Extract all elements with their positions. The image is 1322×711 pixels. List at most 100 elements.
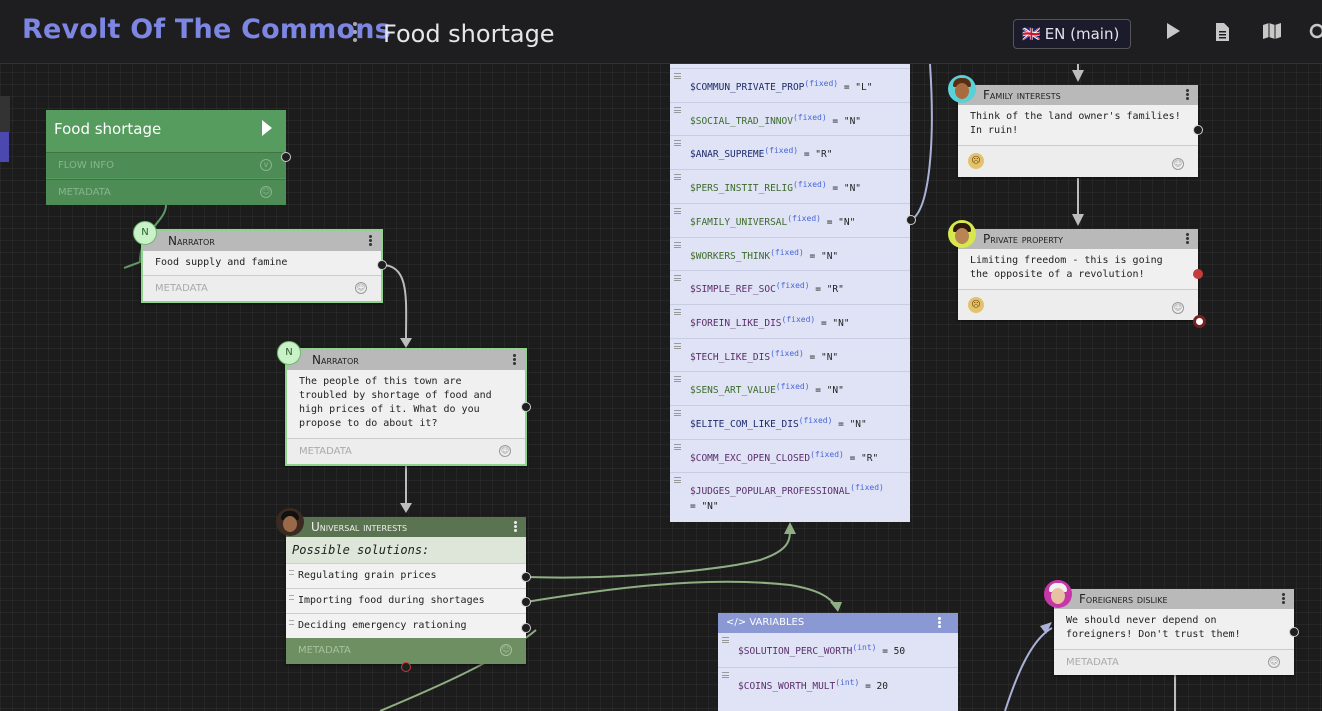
drag-handle-icon[interactable] [289,570,294,575]
drag-handle-icon[interactable] [674,140,681,147]
hub-prompt[interactable]: Possible solutions: [286,537,526,563]
start-metadata-row[interactable]: METADATA ☺ [46,179,286,205]
node-menu-icon[interactable] [938,617,942,629]
output-port[interactable] [1193,125,1203,135]
node-menu-icon[interactable] [1186,233,1190,245]
side-panel-tab[interactable] [0,96,10,132]
drag-handle-icon[interactable] [674,275,681,282]
node-menu-icon[interactable] [369,235,373,247]
dialogue-text[interactable]: The people of this town are troubled by … [287,370,525,438]
chevron-down-icon[interactable]: v [260,159,272,171]
node-menu-icon[interactable] [1186,89,1190,101]
dialogue-node-narrator[interactable]: Narrator The people of this town are tro… [285,348,527,466]
smiley-icon: ☺ [355,282,367,294]
variables-set-node[interactable]: $COMMUN_PRIVATE_PROP(fixed) = "L" $SOCIAL… [670,0,910,522]
drag-handle-icon[interactable] [674,376,681,383]
variable-row[interactable]: $WORKERS_THINK(fixed) = "N" [670,236,910,271]
document-icon[interactable] [1211,22,1233,44]
choice-output-port[interactable] [521,623,531,633]
variable-row[interactable]: $TECH_LIKE_DIS(fixed) = "N" [670,337,910,372]
speaker-header[interactable]: Universal interests [286,517,526,537]
variable-row[interactable]: $JUDGES_POPULAR_PROFESSIONAL(fixed) = "N" [670,472,910,518]
variables-set-node[interactable]: </> VARIABLES $SOLUTION_PERC_WORTH(int) … [718,613,958,711]
language-label: EN (main) [1044,25,1120,43]
output-port-selected[interactable] [1193,315,1206,328]
node-menu-icon[interactable] [1282,593,1286,605]
node-menu-icon[interactable] [513,354,517,366]
choice-option[interactable]: Deciding emergency rationing [286,613,526,638]
variable-row[interactable]: $COMMUN_PRIVATE_PROP(fixed) = "L" [670,68,910,102]
input-port[interactable] [401,662,411,672]
variable-row[interactable]: $SOLUTION_PERC_WORTH(int) = 50 [718,633,958,667]
metadata-row[interactable]: METADATA ☺ [1054,649,1294,675]
variables-header[interactable]: </> VARIABLES [718,613,958,633]
enter-flow-icon[interactable] [262,120,272,136]
dialogue-node-foreigners[interactable]: Foreigners dislike We should never depen… [1054,589,1294,675]
choice-option[interactable]: Regulating grain prices [286,563,526,588]
output-port[interactable] [377,260,387,270]
drag-handle-icon[interactable] [674,174,681,181]
dialogue-node-narrator[interactable]: Narrator Food supply and famine METADATA… [141,229,383,303]
drag-handle-icon[interactable] [289,620,294,625]
project-title[interactable]: Revolt Of The Commons [22,14,391,45]
drag-handle-icon[interactable] [674,106,681,113]
dialogue-text[interactable]: Think of the land owner's families! In r… [958,105,1198,145]
variable-row[interactable]: $SENS_ART_VALUE(fixed) = "N" [670,371,910,405]
variable-row[interactable]: $ANAR_SUPREME(fixed) = "R" [670,135,910,169]
output-port[interactable] [521,402,531,412]
flow-start-node[interactable]: Food shortage FLOW INFO v METADATA ☺ [46,110,286,205]
speaker-header[interactable]: Family interests [958,85,1198,105]
drag-handle-icon[interactable] [674,342,681,349]
dialogue-hub-node[interactable]: Universal interests Possible solutions: … [286,517,526,664]
search-icon[interactable] [1308,22,1322,44]
flow-info-row[interactable]: FLOW INFO v [46,152,286,178]
play-icon[interactable] [1162,22,1184,44]
map-icon[interactable] [1261,22,1283,44]
choice-output-port[interactable] [521,597,531,607]
variable-row[interactable]: $COINS_WORTH_MULT(int) = 20 [718,667,958,701]
variable-row[interactable]: $FOREIN_LIKE_DIS(fixed) = "N" [670,303,910,338]
metadata-row[interactable]: METADATA ☺ [143,275,381,301]
dialogue-text[interactable]: We should never depend on foreigners! Do… [1054,609,1294,649]
drag-handle-icon[interactable] [674,308,681,315]
variable-row[interactable]: $FAMILY_UNIVERSAL(fixed) = "N" [670,202,910,237]
drag-handle-icon[interactable] [674,241,681,248]
drag-handle-icon[interactable] [674,443,681,450]
output-port[interactable] [281,152,291,162]
variable-row[interactable]: $SIMPLE_REF_SOC(fixed) = "R" [670,270,910,304]
variable-row[interactable]: $COMM_EXC_OPEN_CLOSED(fixed) = "R" [670,438,910,473]
variable-row[interactable]: $ELITE_COM_LIKE_DIS(fixed) = "N" [670,405,910,439]
side-panel-tab-active[interactable] [0,132,9,162]
dialogue-text[interactable]: Food supply and famine [143,251,381,275]
variable-row[interactable]: $PERS_INSTIT_RELIG(fixed) = "N" [670,169,910,203]
speaker-header[interactable]: Private property [958,229,1198,249]
variable-value: = 50 [882,646,906,658]
speaker-header[interactable]: Foreigners dislike [1054,589,1294,609]
dialogue-node-private-property[interactable]: Private property Limiting freedom - this… [958,229,1198,320]
drag-handle-icon[interactable] [722,637,729,643]
language-selector[interactable]: 🇬🇧 EN (main) [1013,19,1131,49]
metadata-row[interactable]: ☹ ☺ [958,289,1198,320]
drag-handle-icon[interactable] [289,595,294,600]
choice-output-port[interactable] [521,572,531,582]
metadata-row[interactable]: METADATA ☺ [287,438,525,464]
drag-handle-icon[interactable] [674,477,681,484]
drag-handle-icon[interactable] [674,207,681,214]
output-port[interactable] [906,215,916,225]
choice-option[interactable]: Importing food during shortages [286,588,526,613]
dialogue-node-family[interactable]: Family interests Think of the land owner… [958,85,1198,177]
speaker-name: Family interests [983,88,1061,102]
variable-row[interactable]: $SOCIAL_TRAD_INNOV(fixed) = "N" [670,101,910,136]
drag-handle-icon[interactable] [674,410,681,416]
metadata-row[interactable]: METADATA ☺ [286,638,526,664]
dialogue-text[interactable]: Limiting freedom - this is going the opp… [958,249,1198,289]
drag-handle-icon[interactable] [674,73,681,79]
project-menu-icon[interactable] [350,22,360,46]
output-port-connected[interactable] [1193,269,1203,279]
node-menu-icon[interactable] [514,521,518,533]
metadata-row[interactable]: ☹ ☺ [958,145,1198,177]
output-port[interactable] [1289,627,1299,637]
speaker-header[interactable]: Narrator [143,231,381,251]
drag-handle-icon[interactable] [722,672,729,678]
speaker-header[interactable]: Narrator [287,350,525,370]
